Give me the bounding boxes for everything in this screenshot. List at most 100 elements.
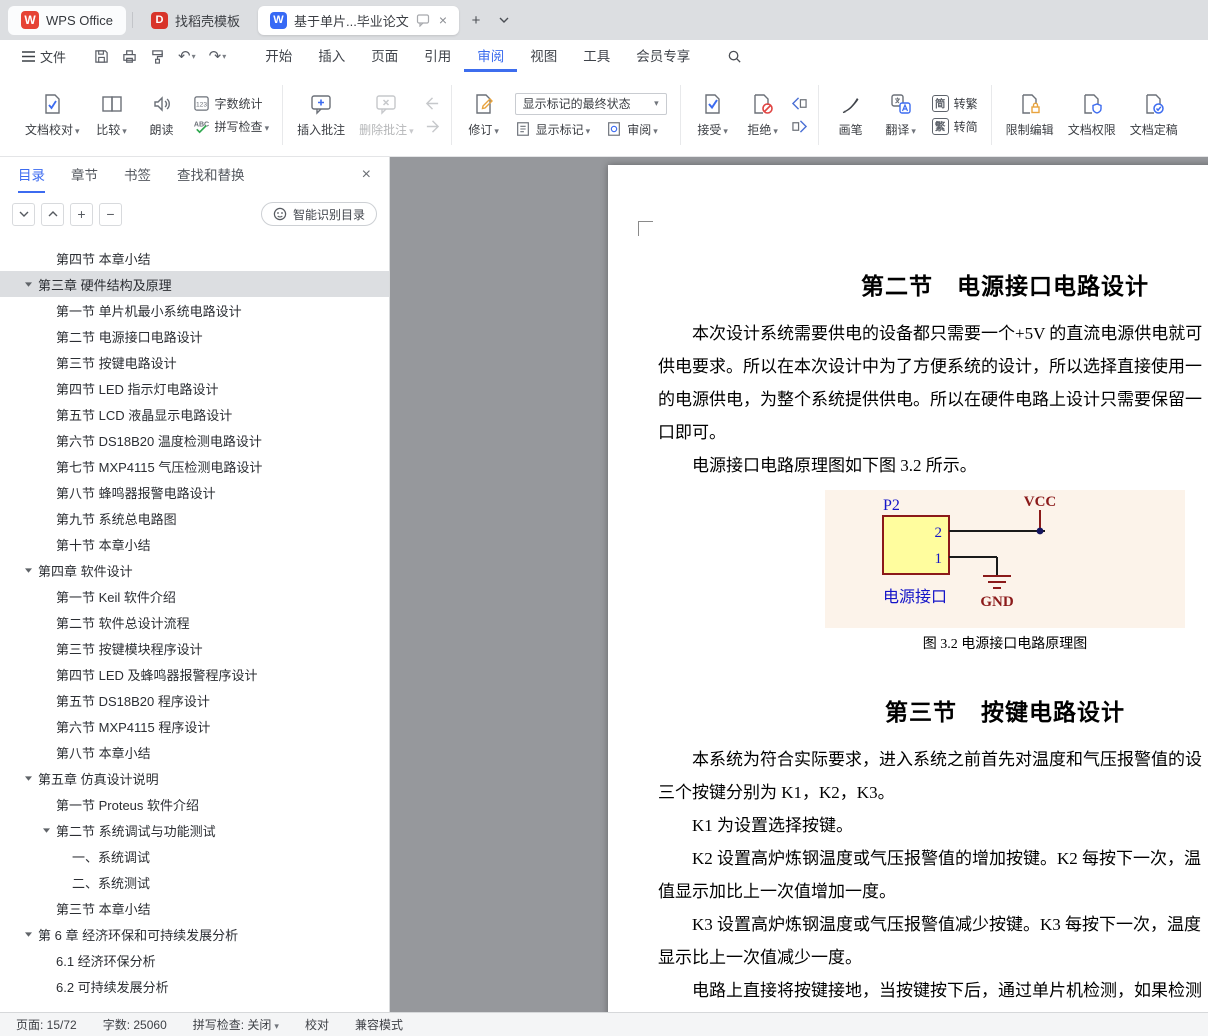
toc-item[interactable]: 第四节 LED 及蜂鸣器报警程序设计: [0, 661, 389, 687]
undo-caret-icon[interactable]: ▾: [192, 52, 196, 61]
show-markup-button[interactable]: 显示标记: [515, 121, 591, 138]
redo-icon: ↷: [208, 48, 222, 65]
document-canvas[interactable]: 第二节 电源接口电路设计 本次设计系统需要供电的设备都只需要一个+5V 的直流电…: [390, 157, 1208, 1012]
expand-arrow-icon[interactable]: [24, 567, 38, 574]
document-permission-button[interactable]: 文档权限: [1061, 77, 1123, 153]
toc-item[interactable]: 6.1 经济环保分析: [0, 947, 389, 973]
panel-tab[interactable]: 查找和替换: [177, 157, 245, 193]
traditional-to-simplified-button[interactable]: 繁 转简: [931, 118, 978, 135]
next-revision-icon[interactable]: [791, 119, 808, 134]
toc-item[interactable]: 第四章 软件设计: [0, 557, 389, 583]
read-aloud-button[interactable]: 朗读: [137, 77, 187, 153]
toc-item[interactable]: 第六节 MXP4115 程序设计: [0, 713, 389, 739]
insert-comment-button[interactable]: 插入批注: [290, 77, 352, 153]
toc-item[interactable]: 第五节 LCD 液晶显示电路设计: [0, 401, 389, 427]
proofread-button[interactable]: 校对: [305, 1016, 329, 1033]
expand-arrow-icon[interactable]: [24, 931, 38, 938]
toc-item[interactable]: 第二节 软件总设计流程: [0, 609, 389, 635]
ribbon-tab[interactable]: 开始: [252, 40, 305, 72]
smart-toc-button[interactable]: 智能识别目录: [260, 202, 377, 226]
compare-button[interactable]: 比较: [87, 77, 137, 153]
toc-item[interactable]: 第八节 蜂鸣器报警电路设计: [0, 479, 389, 505]
ribbon-tab[interactable]: 审阅: [464, 40, 518, 72]
toc-item[interactable]: 第一节 Proteus 软件介绍: [0, 791, 389, 817]
expand-arrow-icon[interactable]: [24, 281, 38, 288]
toc-item[interactable]: 第五章 仿真设计说明: [0, 765, 389, 791]
toc-item[interactable]: 第三节 按键电路设计: [0, 349, 389, 375]
ribbon-tab[interactable]: 会员专享: [623, 40, 703, 72]
toc-item[interactable]: 第三章 硬件结构及原理: [0, 271, 389, 297]
toc-item[interactable]: 二、系统测试: [0, 869, 389, 895]
review-options-button[interactable]: 审阅: [606, 121, 658, 138]
toc-item[interactable]: 第八节 本章小结: [0, 739, 389, 765]
track-changes-button[interactable]: 修订: [459, 77, 509, 153]
toc-item[interactable]: 第十节 本章小结: [0, 531, 389, 557]
markup-state-select[interactable]: 显示标记的最终状态: [514, 92, 667, 115]
toc-item[interactable]: 第二节 电源接口电路设计: [0, 323, 389, 349]
undo-button[interactable]: ↶ ▾: [178, 47, 196, 65]
translate-button[interactable]: 翻译: [876, 77, 926, 153]
spell-check-button[interactable]: ABC 拼写检查: [193, 118, 270, 135]
word-count-button[interactable]: 123 字数统计: [193, 95, 270, 112]
ribbon-tab[interactable]: 插入: [305, 40, 358, 72]
tab-list-chevron-icon[interactable]: [493, 9, 515, 31]
accept-revision-button[interactable]: 接受: [688, 77, 738, 153]
word-count-indicator[interactable]: 字数: 25060: [103, 1016, 167, 1033]
simplified-to-traditional-button[interactable]: 简 转繁: [931, 95, 978, 112]
finalize-document-button[interactable]: 文档定稿: [1123, 77, 1185, 153]
compat-mode-indicator[interactable]: 兼容模式: [355, 1016, 403, 1033]
previous-revision-icon[interactable]: [791, 96, 808, 111]
toc-item[interactable]: 第一节 单片机最小系统电路设计: [0, 297, 389, 323]
redo-caret-icon[interactable]: ▾: [222, 52, 226, 61]
reject-revision-button[interactable]: 拒绝: [738, 77, 788, 153]
zoom-in-level-button[interactable]: +: [70, 202, 93, 226]
toc-item[interactable]: 第四节 LED 指示灯电路设计: [0, 375, 389, 401]
toc-item[interactable]: 第六节 DS18B20 温度检测电路设计: [0, 427, 389, 453]
ribbon-tab[interactable]: 页面: [358, 40, 411, 72]
toc-item[interactable]: 第一节 Keil 软件介绍: [0, 583, 389, 609]
ribbon-tab[interactable]: 视图: [517, 40, 570, 72]
document-page[interactable]: 第二节 电源接口电路设计 本次设计系统需要供电的设备都只需要一个+5V 的直流电…: [608, 165, 1208, 1012]
expand-arrow-icon[interactable]: [24, 775, 38, 782]
wps-home-tab[interactable]: W WPS Office: [8, 5, 126, 35]
ink-pen-button[interactable]: 画笔: [826, 77, 876, 153]
format-painter-icon[interactable]: [150, 49, 165, 64]
figure-caption: 图 3.2 电源接口电路原理图: [922, 637, 1088, 652]
restrict-editing-button[interactable]: 限制编辑: [999, 77, 1061, 153]
collapse-all-button[interactable]: [12, 202, 35, 226]
page-indicator[interactable]: 页面: 15/72: [16, 1016, 77, 1033]
ribbon-tab[interactable]: 引用: [411, 40, 464, 72]
toc-item[interactable]: 第五节 DS18B20 程序设计: [0, 687, 389, 713]
toc-item[interactable]: 第三节 按键模块程序设计: [0, 635, 389, 661]
doc-proofing-button[interactable]: 文档校对: [18, 77, 87, 153]
toc-item[interactable]: 6.2 可持续发展分析: [0, 973, 389, 999]
toc-item[interactable]: 第九节 系统总电路图: [0, 505, 389, 531]
toc-item[interactable]: 第四节 本章小结: [0, 245, 389, 271]
restrict-edit-icon: [1021, 94, 1040, 114]
tab-document[interactable]: W 基于单片...毕业论文 ×: [257, 5, 459, 35]
toc-item[interactable]: 第二节 系统调试与功能测试: [0, 817, 389, 843]
zoom-out-level-button[interactable]: −: [99, 202, 122, 226]
close-tab-icon[interactable]: ×: [439, 13, 447, 27]
expand-arrow-icon[interactable]: [42, 827, 56, 834]
expand-all-button[interactable]: [41, 202, 64, 226]
save-icon[interactable]: [94, 49, 109, 64]
file-menu-button[interactable]: 文件: [16, 47, 72, 66]
toc-item[interactable]: 第 6 章 经济环保和可持续发展分析: [0, 921, 389, 947]
spell-check-status[interactable]: 拼写检查: 关闭: [193, 1016, 279, 1033]
redo-button[interactable]: ↷ ▾: [209, 47, 227, 65]
toc-item[interactable]: 第三节 本章小结: [0, 895, 389, 921]
panel-tab[interactable]: 书签: [124, 157, 151, 193]
search-icon[interactable]: [727, 49, 742, 64]
panel-tab[interactable]: 章节: [71, 157, 98, 193]
panel-tab[interactable]: 目录: [18, 157, 45, 193]
margin-corner-mark: [638, 221, 653, 236]
section2-paragraphs: 本次设计系统需要供电的设备都只需要一个+5V 的直流电源供电就可 供电要求。所以在…: [658, 317, 1208, 482]
new-tab-button[interactable]: +: [465, 9, 487, 31]
print-icon[interactable]: [122, 49, 137, 64]
toc-item[interactable]: 第七节 MXP4115 气压检测电路设计: [0, 453, 389, 479]
close-panel-icon[interactable]: ×: [362, 167, 371, 183]
tab-docer-template[interactable]: D 找稻壳模板: [139, 6, 252, 35]
ribbon-tab[interactable]: 工具: [570, 40, 623, 72]
toc-item[interactable]: 一、系统调试: [0, 843, 389, 869]
